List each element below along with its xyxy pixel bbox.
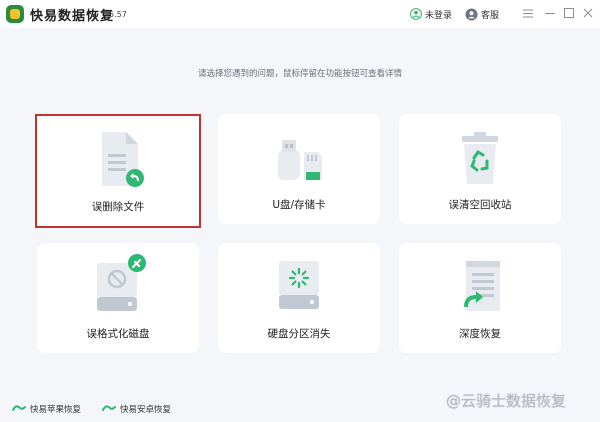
title-bar: 快易数据恢复 5.57 未登录 客服 <box>0 0 600 28</box>
card-label: 硬盘分区消失 <box>267 328 331 340</box>
maximize-icon[interactable] <box>562 6 576 20</box>
customer-service-button[interactable]: 客服 <box>465 7 499 21</box>
card-label: 误删除文件 <box>91 201 145 213</box>
usb-sdcard-icon <box>278 140 322 180</box>
menu-icon[interactable] <box>521 6 535 20</box>
customer-service-label: 客服 <box>481 10 500 21</box>
login-button[interactable]: 未登录 <box>410 7 452 21</box>
close-icon[interactable] <box>581 6 595 20</box>
card-deep-recovery[interactable]: 深度恢复 <box>399 243 561 353</box>
apple-recovery-label: 快易苹果恢复 <box>30 405 82 415</box>
android-recovery-label: 快易安卓恢复 <box>120 405 172 415</box>
recycle-bin-icon <box>462 132 498 184</box>
app-logo-small-icon <box>12 405 26 411</box>
card-usb-sdcard[interactable]: U盘/存储卡 <box>218 114 380 224</box>
card-deleted-files[interactable]: 误删除文件 <box>35 114 201 228</box>
card-label: 误格式化磁盘 <box>86 328 150 340</box>
document-restore-icon <box>102 132 144 187</box>
app-version: 5.57 <box>109 10 127 19</box>
card-recycle-bin[interactable]: 误清空回收站 <box>399 114 561 224</box>
card-label: 深度恢复 <box>459 328 501 340</box>
user-icon <box>410 8 422 20</box>
login-label: 未登录 <box>425 10 453 21</box>
apple-recovery-link[interactable]: 快易苹果恢复 <box>12 402 81 416</box>
card-formatted-disk[interactable]: 误格式化磁盘 <box>37 243 199 353</box>
card-lost-partition[interactable]: 硬盘分区消失 <box>218 243 380 353</box>
card-label: 误清空回收站 <box>448 199 512 211</box>
android-recovery-link[interactable]: 快易安卓恢复 <box>102 402 171 416</box>
app-logo-small-icon <box>102 405 116 411</box>
deep-recovery-icon <box>464 261 500 311</box>
app-title: 快易数据恢复 <box>30 9 115 24</box>
disk-partition-icon <box>279 261 319 309</box>
format-disk-icon <box>97 254 146 311</box>
hint-text: 请选择您遇到的问题，鼠标停留在功能按钮可查看详情 <box>197 69 402 79</box>
headset-icon <box>465 8 478 20</box>
minimize-icon[interactable] <box>543 6 557 20</box>
watermark: @云骑士数据恢复 <box>446 392 567 410</box>
card-label: U盘/存储卡 <box>272 199 326 211</box>
app-logo-icon <box>6 5 24 23</box>
